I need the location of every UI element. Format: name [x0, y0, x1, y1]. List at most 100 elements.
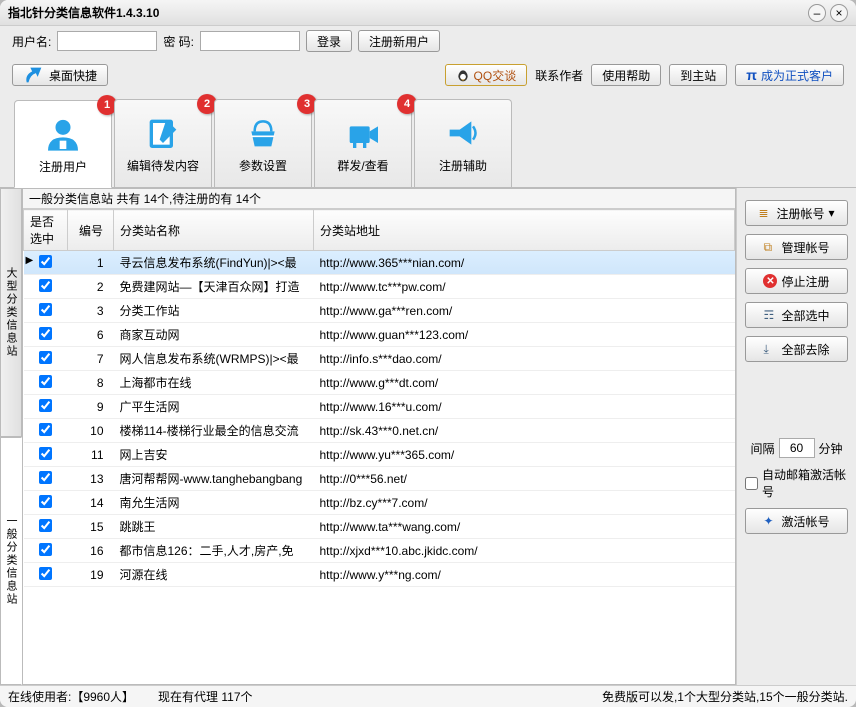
- vtab-large-sites[interactable]: 大型分类信息站: [0, 188, 22, 437]
- status-agents: 现在有代理 117个: [158, 688, 252, 705]
- edit-icon: [141, 113, 185, 153]
- manage-account-label: 管理帐号: [781, 239, 829, 256]
- row-checkbox[interactable]: [39, 519, 52, 532]
- table-row[interactable]: 15跳跳王http://www.ta***wang.com/: [24, 515, 735, 539]
- username-label: 用户名:: [12, 33, 51, 50]
- table-row[interactable]: 7网人信息发布系统(WRMPS)|><最http://info.s***dao.…: [24, 347, 735, 371]
- username-input[interactable]: [57, 31, 157, 51]
- row-url: http://bz.cy***7.com/: [314, 491, 735, 515]
- vtab-normal-sites[interactable]: 一般分类信息站: [0, 437, 22, 686]
- tab-register-assist[interactable]: 注册辅助: [414, 99, 512, 187]
- row-name: 南允生活网: [114, 491, 314, 515]
- row-url: http://www.ga***ren.com/: [314, 299, 735, 323]
- remove-all-label: 全部去除: [781, 341, 829, 358]
- row-url: http://www.yu***365.com/: [314, 443, 735, 467]
- row-checkbox[interactable]: [39, 495, 52, 508]
- row-id: 10: [68, 419, 114, 443]
- row-id: 13: [68, 467, 114, 491]
- col-header-url[interactable]: 分类站地址: [314, 210, 735, 251]
- row-url: http://www.tc***pw.com/: [314, 275, 735, 299]
- table-row[interactable]: 13唐河帮帮网-www.tanghebangbanghttp://0***56.…: [24, 467, 735, 491]
- table-row[interactable]: 16都市信息126：二手,人才,房产,免http://xjxd***10.abc…: [24, 539, 735, 563]
- arrow-icon: [23, 64, 45, 86]
- row-id: 11: [68, 443, 114, 467]
- col-header-select[interactable]: 是否选中: [24, 210, 68, 251]
- row-checkbox[interactable]: [39, 543, 52, 556]
- row-checkbox[interactable]: [39, 423, 52, 436]
- interval-label: 间隔: [750, 440, 774, 457]
- table-row[interactable]: 2免费建网站—【天津百众网】打造http://www.tc***pw.com/: [24, 275, 735, 299]
- row-name: 免费建网站—【天津百众网】打造: [114, 275, 314, 299]
- activate-account-button[interactable]: ✦ 激活帐号: [745, 508, 848, 534]
- minimize-button[interactable]: –: [808, 4, 826, 22]
- desktop-shortcut-button[interactable]: 桌面快捷: [12, 64, 108, 86]
- table-row[interactable]: 11网上吉安http://www.yu***365.com/: [24, 443, 735, 467]
- become-customer-label: 成为正式客户: [761, 67, 833, 84]
- tab-label: 注册用户: [39, 158, 87, 175]
- table-row[interactable]: 6商家互动网http://www.guan***123.com/: [24, 323, 735, 347]
- auto-mail-label: 自动邮箱激活帐号: [762, 466, 848, 500]
- interval-input[interactable]: [779, 438, 815, 458]
- qq-contact-button[interactable]: QQ交谈: [445, 64, 528, 86]
- row-checkbox[interactable]: [39, 399, 52, 412]
- megaphone-icon: [441, 113, 485, 153]
- table-row[interactable]: 1寻云信息发布系统(FindYun)|><最http://www.365***n…: [24, 251, 735, 275]
- row-checkbox[interactable]: [39, 303, 52, 316]
- row-checkbox[interactable]: [39, 471, 52, 484]
- site-table[interactable]: 是否选中 编号 分类站名称 分类站地址 1寻云信息发布系统(FindYun)|>…: [23, 209, 735, 684]
- row-checkbox[interactable]: [39, 351, 52, 364]
- tab-send-view[interactable]: 4 群发/查看: [314, 99, 412, 187]
- select-all-button[interactable]: ☶ 全部选中: [745, 302, 848, 328]
- row-checkbox[interactable]: [39, 327, 52, 340]
- interval-unit: 分钟: [819, 440, 843, 457]
- table-row[interactable]: 14南允生活网http://bz.cy***7.com/: [24, 491, 735, 515]
- close-button[interactable]: ×: [830, 4, 848, 22]
- register-account-button[interactable]: ≣ 注册帐号 ▾: [745, 200, 848, 226]
- row-checkbox[interactable]: [39, 255, 52, 268]
- table-row[interactable]: 3分类工作站http://www.ga***ren.com/: [24, 299, 735, 323]
- col-header-name[interactable]: 分类站名称: [114, 210, 314, 251]
- tab-label: 注册辅助: [439, 157, 487, 174]
- register-new-user-button[interactable]: 注册新用户: [358, 30, 440, 52]
- table-row[interactable]: 10楼梯114-楼梯行业最全的信息交流http://sk.43***0.net.…: [24, 419, 735, 443]
- password-label: 密 码:: [163, 33, 194, 50]
- row-checkbox[interactable]: [39, 447, 52, 460]
- row-checkbox[interactable]: [39, 279, 52, 292]
- table-row[interactable]: 8上海都市在线http://www.g***dt.com/: [24, 371, 735, 395]
- tab-params[interactable]: 3 参数设置: [214, 99, 312, 187]
- interval-row: 间隔 分钟: [745, 438, 848, 458]
- row-name: 寻云信息发布系统(FindYun)|><最: [114, 251, 314, 275]
- to-main-button[interactable]: 到主站: [669, 64, 727, 86]
- stop-register-button[interactable]: ✕ 停止注册: [745, 268, 848, 294]
- row-checkbox[interactable]: [39, 567, 52, 580]
- row-checkbox[interactable]: [39, 375, 52, 388]
- tab-edit-content[interactable]: 2 编辑待发内容: [114, 99, 212, 187]
- become-customer-button[interactable]: π 成为正式客户: [735, 64, 844, 86]
- titlebar: 指北针分类信息软件1.4.3.10 – ×: [0, 0, 856, 26]
- auto-mail-row[interactable]: 自动邮箱激活帐号: [745, 466, 848, 500]
- table-row[interactable]: 9广平生活网http://www.16***u.com/: [24, 395, 735, 419]
- tab-register-user[interactable]: 1 注册用户: [14, 100, 112, 188]
- help-button[interactable]: 使用帮助: [591, 64, 661, 86]
- login-button[interactable]: 登录: [306, 30, 352, 52]
- status-version-note: 免费版可以发,1个大型分类站,15个一般分类站.: [602, 688, 848, 705]
- row-name: 唐河帮帮网-www.tanghebangbang: [114, 467, 314, 491]
- row-url: http://www.16***u.com/: [314, 395, 735, 419]
- remove-all-button[interactable]: ⤓ 全部去除: [745, 336, 848, 362]
- row-url: http://www.y***ng.com/: [314, 563, 735, 587]
- row-name: 跳跳王: [114, 515, 314, 539]
- row-id: 6: [68, 323, 114, 347]
- row-name: 楼梯114-楼梯行业最全的信息交流: [114, 419, 314, 443]
- manage-account-button[interactable]: ⧉ 管理帐号: [745, 234, 848, 260]
- qq-contact-label: QQ交谈: [474, 67, 517, 84]
- row-url: http://www.ta***wang.com/: [314, 515, 735, 539]
- auto-mail-checkbox[interactable]: [745, 477, 758, 490]
- main-tabs: 1 注册用户 2 编辑待发内容 3 参数设置 4 群发/查看: [0, 94, 856, 188]
- select-all-icon: ☶: [763, 308, 777, 322]
- table-row[interactable]: 19河源在线http://www.y***ng.com/: [24, 563, 735, 587]
- register-account-label: 注册帐号: [776, 205, 824, 222]
- col-header-id[interactable]: 编号: [68, 210, 114, 251]
- vertical-tabs: 大型分类信息站 一般分类信息站: [0, 188, 22, 685]
- password-input[interactable]: [200, 31, 300, 51]
- dropdown-icon: ▾: [828, 206, 834, 220]
